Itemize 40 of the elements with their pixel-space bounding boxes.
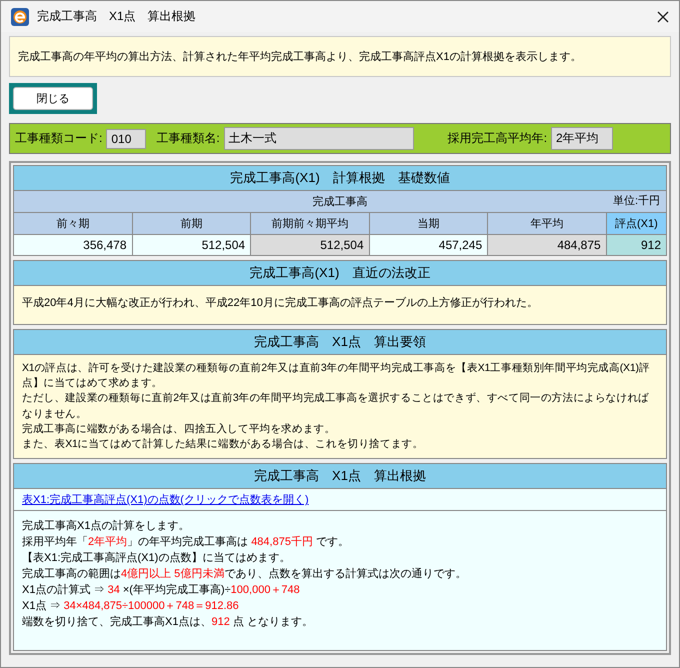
table-cell: 356,478: [14, 235, 133, 255]
close-icon[interactable]: [657, 10, 669, 22]
app-logo-icon: [11, 8, 29, 26]
calculation-text: X1点の計算式 ⇒ 34 ×(年平均完成工事高)÷100,000＋748: [22, 583, 301, 598]
section-header: 完成工事高 X1点 算出根拠: [14, 464, 666, 490]
calculation-text: 採用平均年「2年平均」の年平均完成工事高は 484,875千円 です。: [22, 535, 350, 550]
field-label: 工事種類コード:: [15, 130, 102, 147]
readonly-field[interactable]: 010: [106, 128, 146, 148]
column-header: 前々期: [14, 213, 133, 235]
table-cell: 512,504: [251, 235, 370, 255]
method-text: また、表X1に当てはめて計算した結果に端数がある場合は、これを切り捨てます。: [22, 437, 424, 452]
method-text: X1の評点は、許可を受けた建設業の種類毎の直前2年又は直前3年の年間平均完成工事高を【表X1工事種類別年間平均完成高(X1)評点】に当てはめて求めます。: [22, 361, 651, 392]
window-title: 完成工事高 X1点 算出根拠: [37, 8, 197, 25]
method-text: 完成工事高に端数がある場合は、四捨五入して平均を求めます。: [22, 422, 336, 437]
column-header: 当期: [370, 213, 488, 235]
calculation-text: 完成工事高X1点の計算をします。: [22, 519, 190, 534]
readonly-field[interactable]: 土木一式: [224, 127, 414, 150]
calculation-text: 【表X1:完成工事高評点(X1)の点数】に当てはめます。: [22, 551, 292, 566]
field-label: 工事種類名:: [156, 130, 220, 147]
table-cell: 912: [606, 235, 666, 255]
law-note-text: 平成20年4月に大幅な改正が行われ、平成22年10月に完成工事高の評点テーブルの上方修正が行われた。: [14, 286, 666, 324]
method-text: ただし、建設業の種類毎に直前2年又は直前3年の年間平均完成工事高を選択することはできず、すべて同一の方法によらなければなりません。: [22, 391, 650, 422]
column-header: 前期: [132, 213, 252, 235]
table-cell: 484,875: [488, 235, 607, 255]
readonly-field[interactable]: 2年平均: [551, 127, 614, 150]
calculation-text: 完成工事高の範囲は4億円以上 5億円未満であり、点数を算出する計算式は次の通りです。: [22, 567, 468, 582]
section-header: 完成工事高 X1点 算出要領: [14, 330, 666, 355]
description-text: 完成工事高の年平均の算出方法、計算された年平均完成工事高より、完成工事高評点X1の計算根拠を表示します。: [9, 36, 671, 77]
unit-label: 単位:千円: [612, 194, 660, 208]
table-cell: 512,504: [132, 235, 252, 255]
calculation-text: X1点 ⇒ 34×484,875÷100000＋748＝912.86: [22, 599, 240, 614]
section-header: 完成工事高(X1) 直近の法改正: [14, 261, 666, 286]
calculation-text: 端数を切り捨て、完成工事高X1点は、912 点 となります。: [22, 614, 314, 630]
section-header: 完成工事高(X1) 計算根拠 基礎数値: [14, 166, 666, 191]
field-label: 採用完工高平均年:: [448, 130, 548, 147]
column-header: 前期前々期平均: [251, 213, 370, 235]
column-header: 年平均: [488, 213, 607, 235]
column-header: 評点(X1): [606, 213, 666, 235]
table-cell: 457,245: [370, 235, 488, 255]
close-button[interactable]: 閉じる: [13, 87, 93, 110]
